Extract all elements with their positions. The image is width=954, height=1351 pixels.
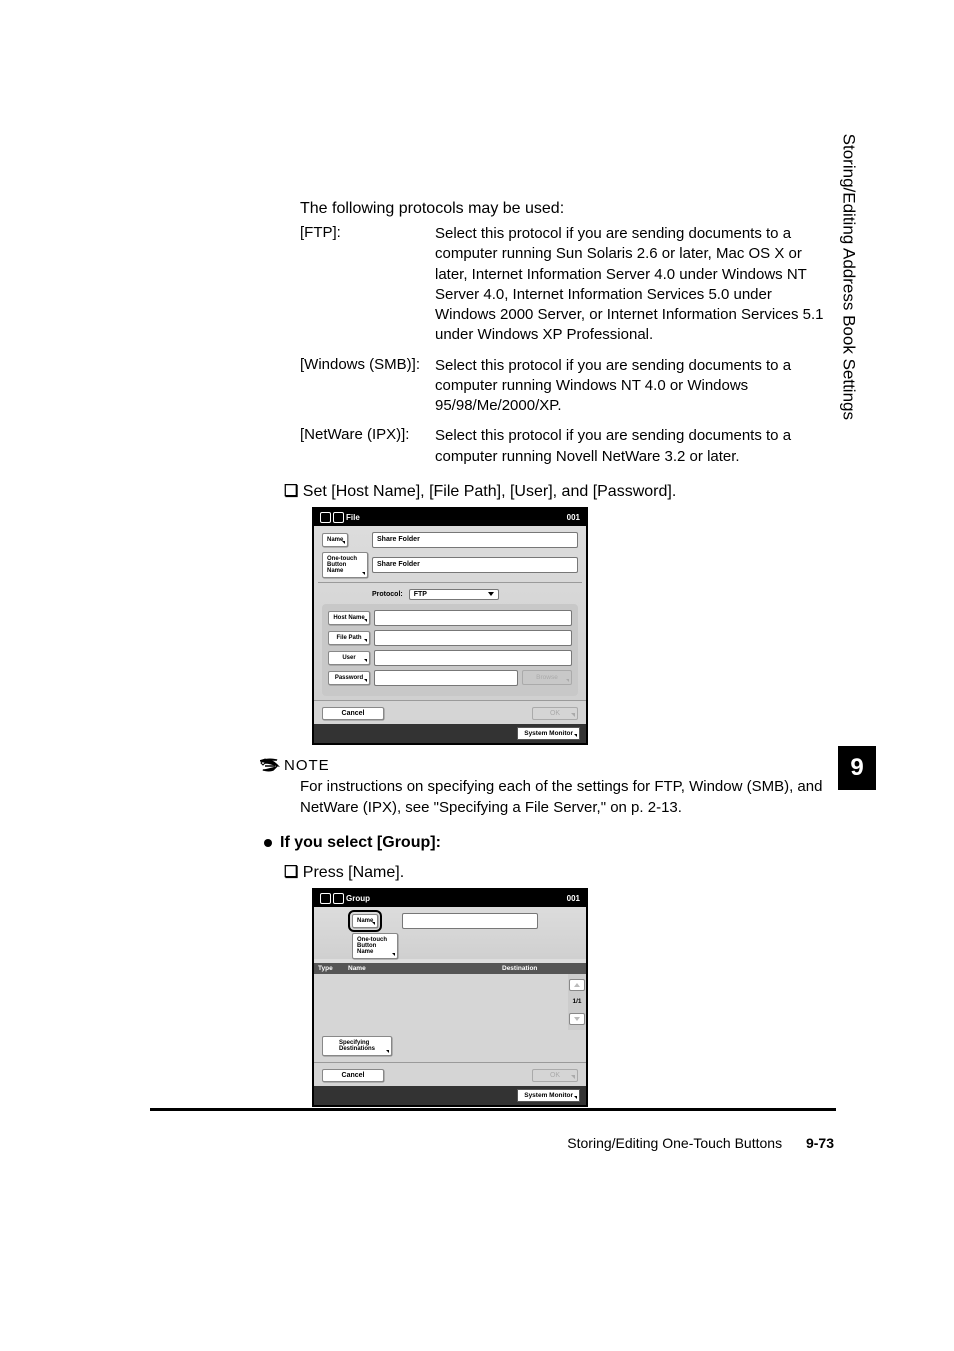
bullet-icon: ❏: [284, 862, 298, 882]
record-count: 001: [567, 894, 580, 903]
side-section-title: Storing/Editing Address Book Settings: [838, 134, 858, 420]
system-monitor-button[interactable]: System Monitor: [517, 1089, 580, 1102]
page-footer: Storing/Editing One-Touch Buttons 9-73: [567, 1135, 834, 1151]
list-header: Type Name Destination: [314, 963, 586, 974]
record-count: 001: [567, 513, 580, 522]
chevron-up-icon: [574, 983, 580, 987]
footer-page-number: 9-73: [806, 1135, 834, 1151]
scroll-down-button[interactable]: [569, 1013, 585, 1025]
hostname-button[interactable]: Host Name: [328, 611, 370, 625]
set-instruction-text: Set [Host Name], [File Path], [User], an…: [303, 483, 676, 500]
window-title: Group: [346, 894, 567, 903]
press-name-text: Press [Name].: [303, 864, 404, 881]
note-label: NOTE: [284, 757, 330, 774]
ok-button: OK: [532, 1069, 578, 1082]
name-button[interactable]: Name: [352, 914, 378, 928]
password-field[interactable]: [374, 670, 518, 686]
password-button[interactable]: Password: [328, 671, 370, 685]
nav-icon: [333, 893, 344, 904]
page-count: 1/1: [572, 996, 581, 1007]
list-area: 1/1: [314, 974, 586, 1030]
definition-description: Select this protocol if you are sending …: [435, 356, 834, 417]
nav-icon: [320, 893, 331, 904]
onetouch-field[interactable]: Share Folder: [372, 557, 578, 573]
definition-row: [NetWare (IPX)]: Select this protocol if…: [300, 426, 834, 467]
note-text: For instructions on specifying each of t…: [300, 776, 834, 818]
screenshot-titlebar: Group 001: [314, 890, 586, 907]
list-scrollbar: 1/1: [568, 974, 586, 1030]
set-instruction: ❏ Set [Host Name], [File Path], [User], …: [284, 481, 834, 501]
name-field[interactable]: Share Folder: [372, 532, 578, 548]
cancel-button[interactable]: Cancel: [322, 707, 384, 720]
window-title: File: [346, 513, 567, 522]
protocol-dropdown[interactable]: FTP: [409, 589, 499, 600]
chevron-down-icon: [574, 1017, 580, 1021]
intro-text: The following protocols may be used:: [300, 200, 834, 218]
press-name-instruction: ❏ Press [Name].: [284, 862, 834, 882]
list-pane: [314, 974, 568, 1030]
screenshot-group: Group 001 Name One-touch Button Name Typ…: [312, 888, 588, 1107]
name-field[interactable]: [402, 913, 538, 929]
name-button[interactable]: Name: [322, 533, 348, 547]
footer-rule: [150, 1108, 836, 1111]
column-destination: Destination: [502, 965, 582, 972]
protocol-definitions: [FTP]: Select this protocol if you are s…: [300, 224, 834, 467]
scroll-up-button[interactable]: [569, 979, 585, 991]
definition-row: [FTP]: Select this protocol if you are s…: [300, 224, 834, 346]
filepath-field[interactable]: [374, 630, 572, 646]
column-type: Type: [318, 965, 348, 972]
hostname-field[interactable]: [374, 610, 572, 626]
definition-term: [NetWare (IPX)]:: [300, 426, 435, 467]
group-heading-text: If you select [Group]:: [280, 834, 441, 852]
note-icon: [260, 757, 280, 773]
chapter-number: 9: [838, 746, 876, 790]
dropdown-icon: [488, 592, 494, 596]
specifying-destinations-button[interactable]: Specifying Destinations: [322, 1036, 392, 1056]
nav-icon: [320, 512, 331, 523]
browse-button: Browse: [522, 670, 572, 685]
note-heading: NOTE: [260, 757, 834, 774]
footer-title: Storing/Editing One-Touch Buttons: [567, 1135, 782, 1151]
screenshot-file: File 001 Name Share Folder One-touch But…: [312, 507, 588, 745]
onetouch-button[interactable]: One-touch Button Name: [322, 552, 368, 578]
column-name: Name: [348, 965, 502, 972]
definition-description: Select this protocol if you are sending …: [435, 224, 834, 346]
bullet-icon: [264, 839, 272, 847]
nav-icon: [333, 512, 344, 523]
definition-row: [Windows (SMB)]: Select this protocol if…: [300, 356, 834, 417]
system-monitor-button[interactable]: System Monitor: [517, 727, 580, 740]
definition-term: [Windows (SMB)]:: [300, 356, 435, 417]
definition-term: [FTP]:: [300, 224, 435, 346]
user-button[interactable]: User: [328, 651, 370, 665]
bullet-icon: ❏: [284, 481, 298, 501]
definition-description: Select this protocol if you are sending …: [435, 426, 834, 467]
protocol-label: Protocol:: [372, 591, 403, 598]
filepath-button[interactable]: File Path: [328, 631, 370, 645]
user-field[interactable]: [374, 650, 572, 666]
onetouch-button[interactable]: One-touch Button Name: [352, 933, 398, 959]
ok-button: OK: [532, 707, 578, 720]
screenshot-titlebar: File 001: [314, 509, 586, 526]
protocol-value: FTP: [414, 591, 427, 598]
group-heading: If you select [Group]:: [264, 834, 834, 852]
cancel-button[interactable]: Cancel: [322, 1069, 384, 1082]
